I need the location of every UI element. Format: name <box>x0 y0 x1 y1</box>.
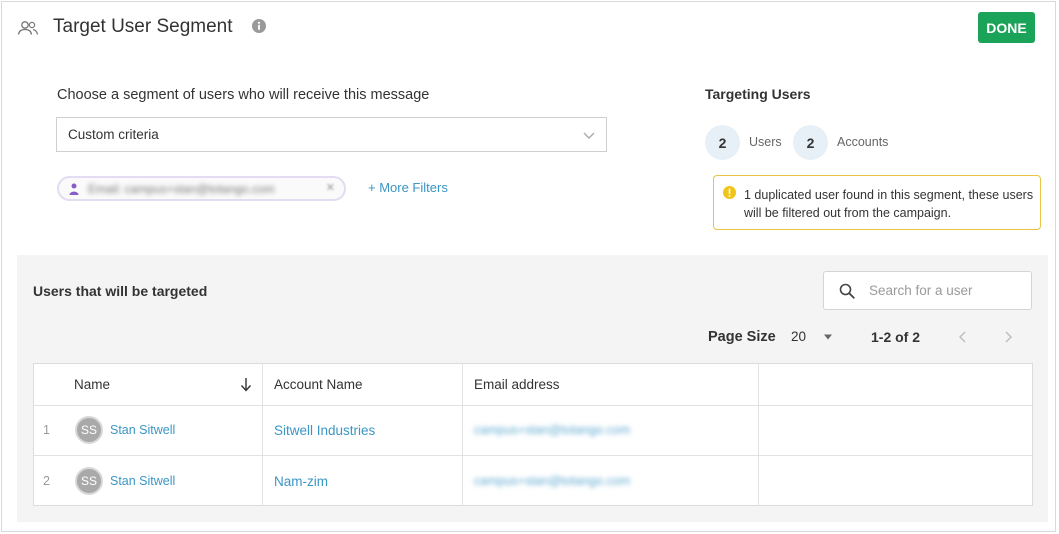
chevron-right-icon[interactable] <box>1002 330 1014 344</box>
email-address: campus+stan@totango.com <box>474 423 631 437</box>
caret-down-icon[interactable] <box>823 333 833 341</box>
page-size-label: Page Size <box>708 329 776 345</box>
segment-select[interactable]: Custom criteria <box>56 117 607 152</box>
avatar: SS <box>75 416 103 444</box>
page-title: Target User Segment <box>53 16 233 37</box>
email-cell: campus+stan@totango.com <box>463 405 759 455</box>
targeting-users-title: Targeting Users <box>705 86 811 102</box>
done-button[interactable]: DONE <box>978 12 1035 43</box>
chevron-left-icon[interactable] <box>957 330 969 344</box>
targeted-users-panel: Users that will be targeted Page Size 20… <box>17 255 1048 522</box>
name-column-header[interactable]: Name <box>63 364 263 405</box>
duplicate-warning: 1 duplicated user found in this segment,… <box>713 175 1041 230</box>
name-cell: SS Stan Sitwell <box>63 456 263 506</box>
chevron-down-icon <box>583 132 595 139</box>
account-name-link[interactable]: Sitwell Industries <box>263 423 375 438</box>
email-column-label: Email address <box>474 377 560 392</box>
users-count-label: Users <box>749 135 782 149</box>
user-name-link[interactable]: Stan Sitwell <box>110 474 175 488</box>
users-count-badge: 2 <box>705 125 740 160</box>
user-name-link[interactable]: Stan Sitwell <box>110 423 175 437</box>
email-column-header[interactable]: Email address <box>463 364 759 405</box>
accounts-count-label: Accounts <box>837 135 889 149</box>
segment-prompt-label: Choose a segment of users who will recei… <box>57 87 430 103</box>
more-filters-link[interactable]: + More Filters <box>368 180 448 195</box>
pagination-range: 1-2 of 2 <box>871 329 921 345</box>
info-icon[interactable] <box>252 19 266 33</box>
search-icon <box>839 283 855 299</box>
warning-icon <box>723 186 736 199</box>
duplicate-warning-text: 1 duplicated user found in this segment,… <box>744 188 1034 220</box>
table-row: 2 SS Stan Sitwell Nam-zim campus+stan@to… <box>34 456 1032 506</box>
user-search-input[interactable] <box>867 282 1031 299</box>
table-header-row: Name Account Name Email address <box>34 364 1032 406</box>
users-icon <box>17 21 39 35</box>
account-column-header[interactable]: Account Name <box>263 364 463 405</box>
filter-chip-label: Email: campus+stan@totango.com <box>88 181 275 196</box>
account-cell: Sitwell Industries <box>263 405 463 455</box>
row-index: 2 <box>43 474 50 488</box>
filter-chip[interactable]: Email: campus+stan@totango.com ✕ <box>57 176 346 201</box>
row-index: 1 <box>43 423 50 437</box>
email-address: campus+stan@totango.com <box>474 474 631 488</box>
target-user-segment-dialog: Target User Segment DONE Choose a segmen… <box>1 1 1056 532</box>
segment-select-value: Custom criteria <box>68 127 159 142</box>
empty-cell <box>759 456 1032 506</box>
targeted-users-title: Users that will be targeted <box>33 283 208 299</box>
sort-arrow-down-icon[interactable] <box>240 377 252 392</box>
account-column-label: Account Name <box>274 377 363 392</box>
row-index-cell: 2 <box>34 456 63 506</box>
account-name-link[interactable]: Nam-zim <box>263 474 328 489</box>
page-size-select[interactable]: 20 <box>791 329 806 344</box>
account-cell: Nam-zim <box>263 456 463 506</box>
accounts-count-badge: 2 <box>793 125 828 160</box>
empty-column-header <box>759 364 1032 405</box>
name-column-label: Name <box>74 377 111 392</box>
avatar: SS <box>75 467 103 495</box>
person-icon <box>69 183 79 195</box>
user-search-box[interactable] <box>823 271 1032 310</box>
empty-cell <box>759 405 1032 455</box>
users-table: Name Account Name Email address 1 SS Sta… <box>33 363 1033 506</box>
row-index-cell: 1 <box>34 405 63 455</box>
email-cell: campus+stan@totango.com <box>463 456 759 506</box>
index-column-header <box>34 364 63 405</box>
table-row: 1 SS Stan Sitwell Sitwell Industries cam… <box>34 405 1032 456</box>
close-icon[interactable]: ✕ <box>326 181 335 194</box>
name-cell: SS Stan Sitwell <box>63 405 263 455</box>
